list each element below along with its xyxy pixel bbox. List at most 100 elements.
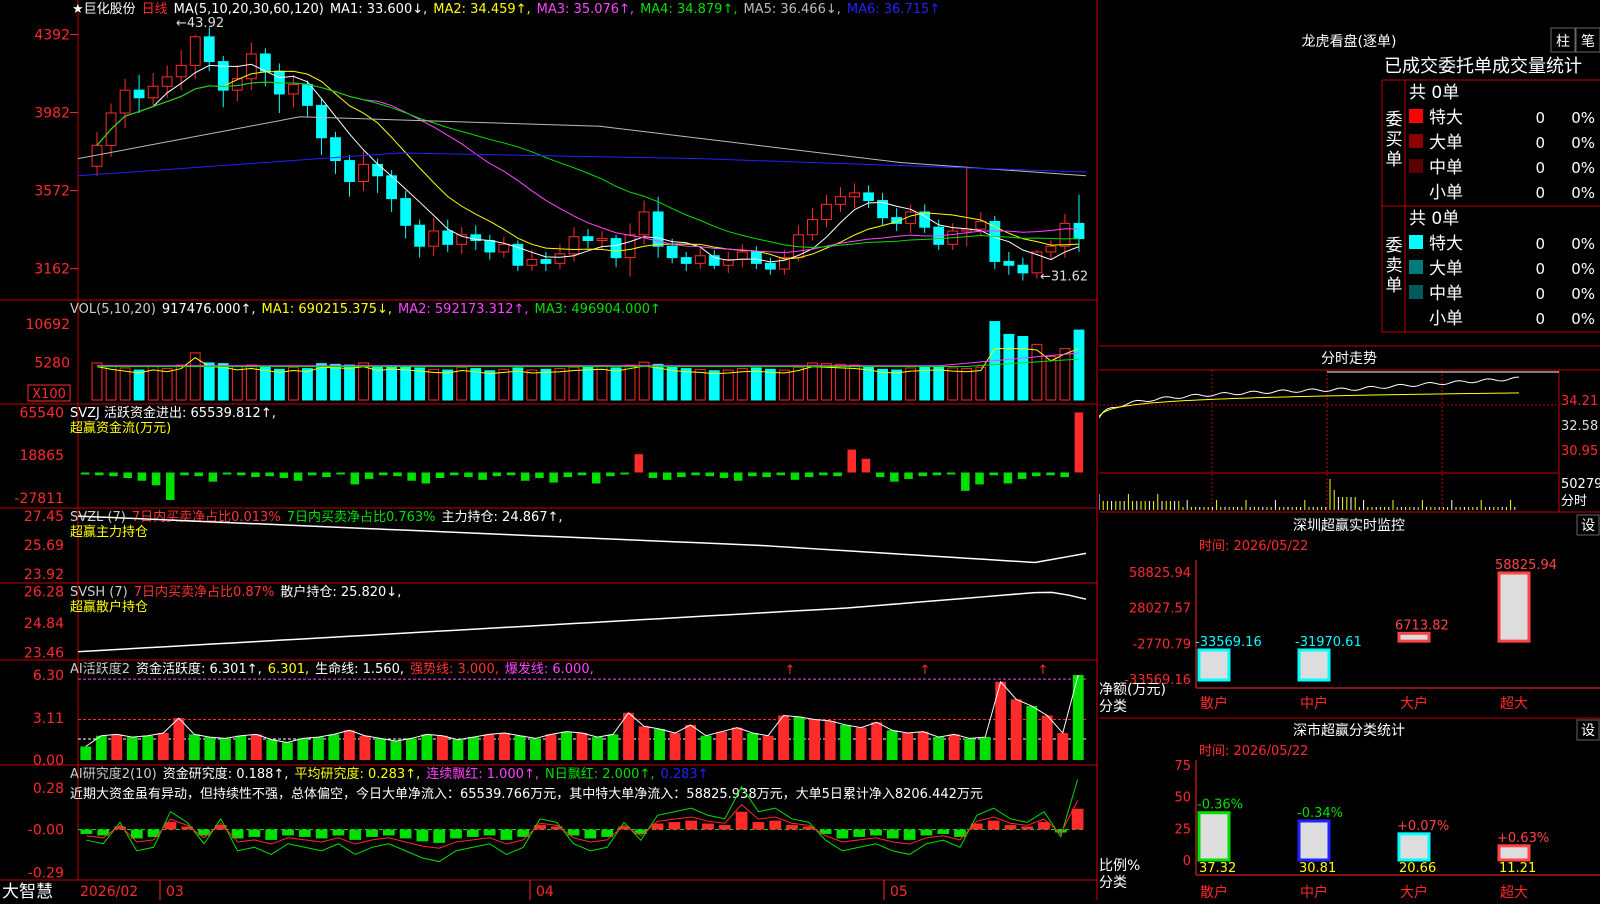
vol-bar xyxy=(330,363,341,401)
svzj-bar xyxy=(95,472,104,476)
ai-res-bar xyxy=(315,829,328,839)
sell-row-label: 中单 xyxy=(1429,284,1463,304)
svzj-bar xyxy=(833,472,842,477)
vol-bar xyxy=(105,365,117,401)
svzj-bar xyxy=(80,472,90,475)
kline-header: ★巨化股份 日线 MA(5,10,20,30,60,120) MA1: 33.600↓… xyxy=(72,2,940,17)
vol-bar xyxy=(736,368,748,401)
svzj-bar xyxy=(293,472,303,481)
vol-bar xyxy=(638,361,650,401)
svzj-bar xyxy=(1003,472,1013,484)
ai-act-bar xyxy=(747,733,759,760)
svzj-bar xyxy=(1032,472,1041,477)
ai-act-bar xyxy=(855,727,867,760)
classify-y-tick: 25 xyxy=(1174,822,1191,837)
classify-y-tick: 75 xyxy=(1174,759,1191,774)
ai-res-bar xyxy=(786,825,798,830)
ai-act-bar xyxy=(716,731,727,760)
buy-side: 买 xyxy=(1386,130,1403,150)
vol-bar xyxy=(708,370,720,401)
right-panel: 龙虎看盘(逐单) 柱笔已成交委托单成交量统计委买单共 0单 特大 0 0% 大单 0 0% 中单… xyxy=(1098,0,1600,901)
main-chart-area[interactable]: ★巨化股份 日线 MA(5,10,20,30,60,120) MA1: 33.600↓… xyxy=(0,0,1098,902)
vol-bar xyxy=(624,364,636,401)
svzj-bar xyxy=(989,472,998,476)
buy-row-pct: 0% xyxy=(1571,184,1595,202)
intraday-y: 34.21 xyxy=(1561,394,1598,409)
sell-row-pct: 0% xyxy=(1571,260,1595,278)
monitor-set-label: 设 xyxy=(1581,518,1595,534)
vol-bar xyxy=(1017,336,1029,401)
ai-res-y-tick: -0.29 xyxy=(28,866,64,882)
monitor-bar-label: 58825.94 xyxy=(1495,558,1557,573)
svzl-y-tick: 25.69 xyxy=(24,538,64,554)
buy-swatch xyxy=(1409,109,1423,123)
classify-value-label: 37.32 xyxy=(1199,861,1236,876)
svzl-y-tick: 23.92 xyxy=(24,567,64,583)
svzj-bar xyxy=(577,472,587,476)
svzj-bar xyxy=(819,472,828,476)
svzj-y-tick: 65540 xyxy=(19,405,64,421)
vol-bar xyxy=(498,368,510,401)
intraday-y: 32.58 xyxy=(1561,419,1598,434)
ai-act-bar xyxy=(1041,715,1053,760)
svzj-bar xyxy=(478,472,487,480)
svzj-bar xyxy=(1060,472,1069,478)
ai-act-bar xyxy=(607,734,619,760)
ai-act-bar xyxy=(250,734,262,760)
vol-bar xyxy=(1003,333,1015,401)
ai-res-y-tick: 0.28 xyxy=(33,781,64,797)
vol-bar xyxy=(835,363,846,401)
sell-row-num: 0 xyxy=(1535,285,1545,303)
candle-body xyxy=(554,253,566,264)
classify-value-label: 20.66 xyxy=(1399,861,1436,876)
sell-row-label: 大单 xyxy=(1429,259,1463,279)
ai-act-header-item: 爆发线: 6.000, xyxy=(505,661,594,677)
candle-body xyxy=(316,104,327,139)
svzj-bar xyxy=(875,472,885,478)
svzj-bar xyxy=(407,472,416,481)
kline-header-item: MA(5,10,20,30,60,120) xyxy=(174,2,324,17)
candle-body xyxy=(1059,222,1071,247)
candle-body xyxy=(610,238,622,259)
vol-header: VOL(5,10,20) 917476.000↑, MA1: 690215.375↓… xyxy=(70,302,661,317)
candle-body xyxy=(807,219,818,236)
svzj-bar xyxy=(549,472,558,483)
tab-bar-label: 柱 xyxy=(1556,34,1570,50)
kline-header-item: MA3: 35.076↑, xyxy=(537,2,634,17)
svzj-bar xyxy=(251,472,260,478)
svsh-line xyxy=(77,591,1087,653)
ai-act-header-item: AI活跃度2 xyxy=(70,661,130,677)
buy-row-num: 0 xyxy=(1535,109,1545,127)
svzl-line xyxy=(77,515,1087,564)
candle-body xyxy=(302,83,313,106)
ai-act-bar xyxy=(623,712,634,760)
candle-body xyxy=(358,163,369,183)
vol-bar xyxy=(231,365,243,401)
sell-row-label: 特大 xyxy=(1429,234,1463,254)
ai-res-line2 xyxy=(86,800,1079,849)
svzj-y-tick: 18865 xyxy=(19,448,64,464)
candle-body xyxy=(1017,264,1029,274)
ai-res-bar xyxy=(80,829,93,834)
sell-row-label: 小单 xyxy=(1429,309,1463,329)
ai-act-bar xyxy=(468,737,479,760)
vol-bar xyxy=(302,368,313,401)
vol-bar xyxy=(456,366,468,401)
svzj-bar xyxy=(904,472,913,479)
lhb-title: 龙虎看盘(逐单) xyxy=(1302,33,1397,50)
monitor-title: 深圳超赢实时监控 xyxy=(1293,517,1405,534)
vol-bar xyxy=(273,368,285,401)
svzj-bar xyxy=(151,472,161,486)
kline-y-tick: 3982 xyxy=(34,106,70,122)
ai-act-bar xyxy=(964,738,976,760)
svzj-subtitle: 超赢资金流(万元) xyxy=(70,420,171,436)
kline-y-tick: 3162 xyxy=(34,262,70,278)
candle-body xyxy=(1003,260,1015,266)
ai-act-y-tick: 6.30 xyxy=(33,668,64,684)
svzj-bar xyxy=(265,472,274,477)
candle-body xyxy=(835,196,846,205)
ai-res-bar xyxy=(282,829,294,836)
main-chart-svg[interactable]: ★巨化股份 日线 MA(5,10,20,30,60,120) MA1: 33.600↓… xyxy=(0,0,1098,902)
vol-bar xyxy=(568,366,580,401)
vol-bar xyxy=(442,369,454,401)
